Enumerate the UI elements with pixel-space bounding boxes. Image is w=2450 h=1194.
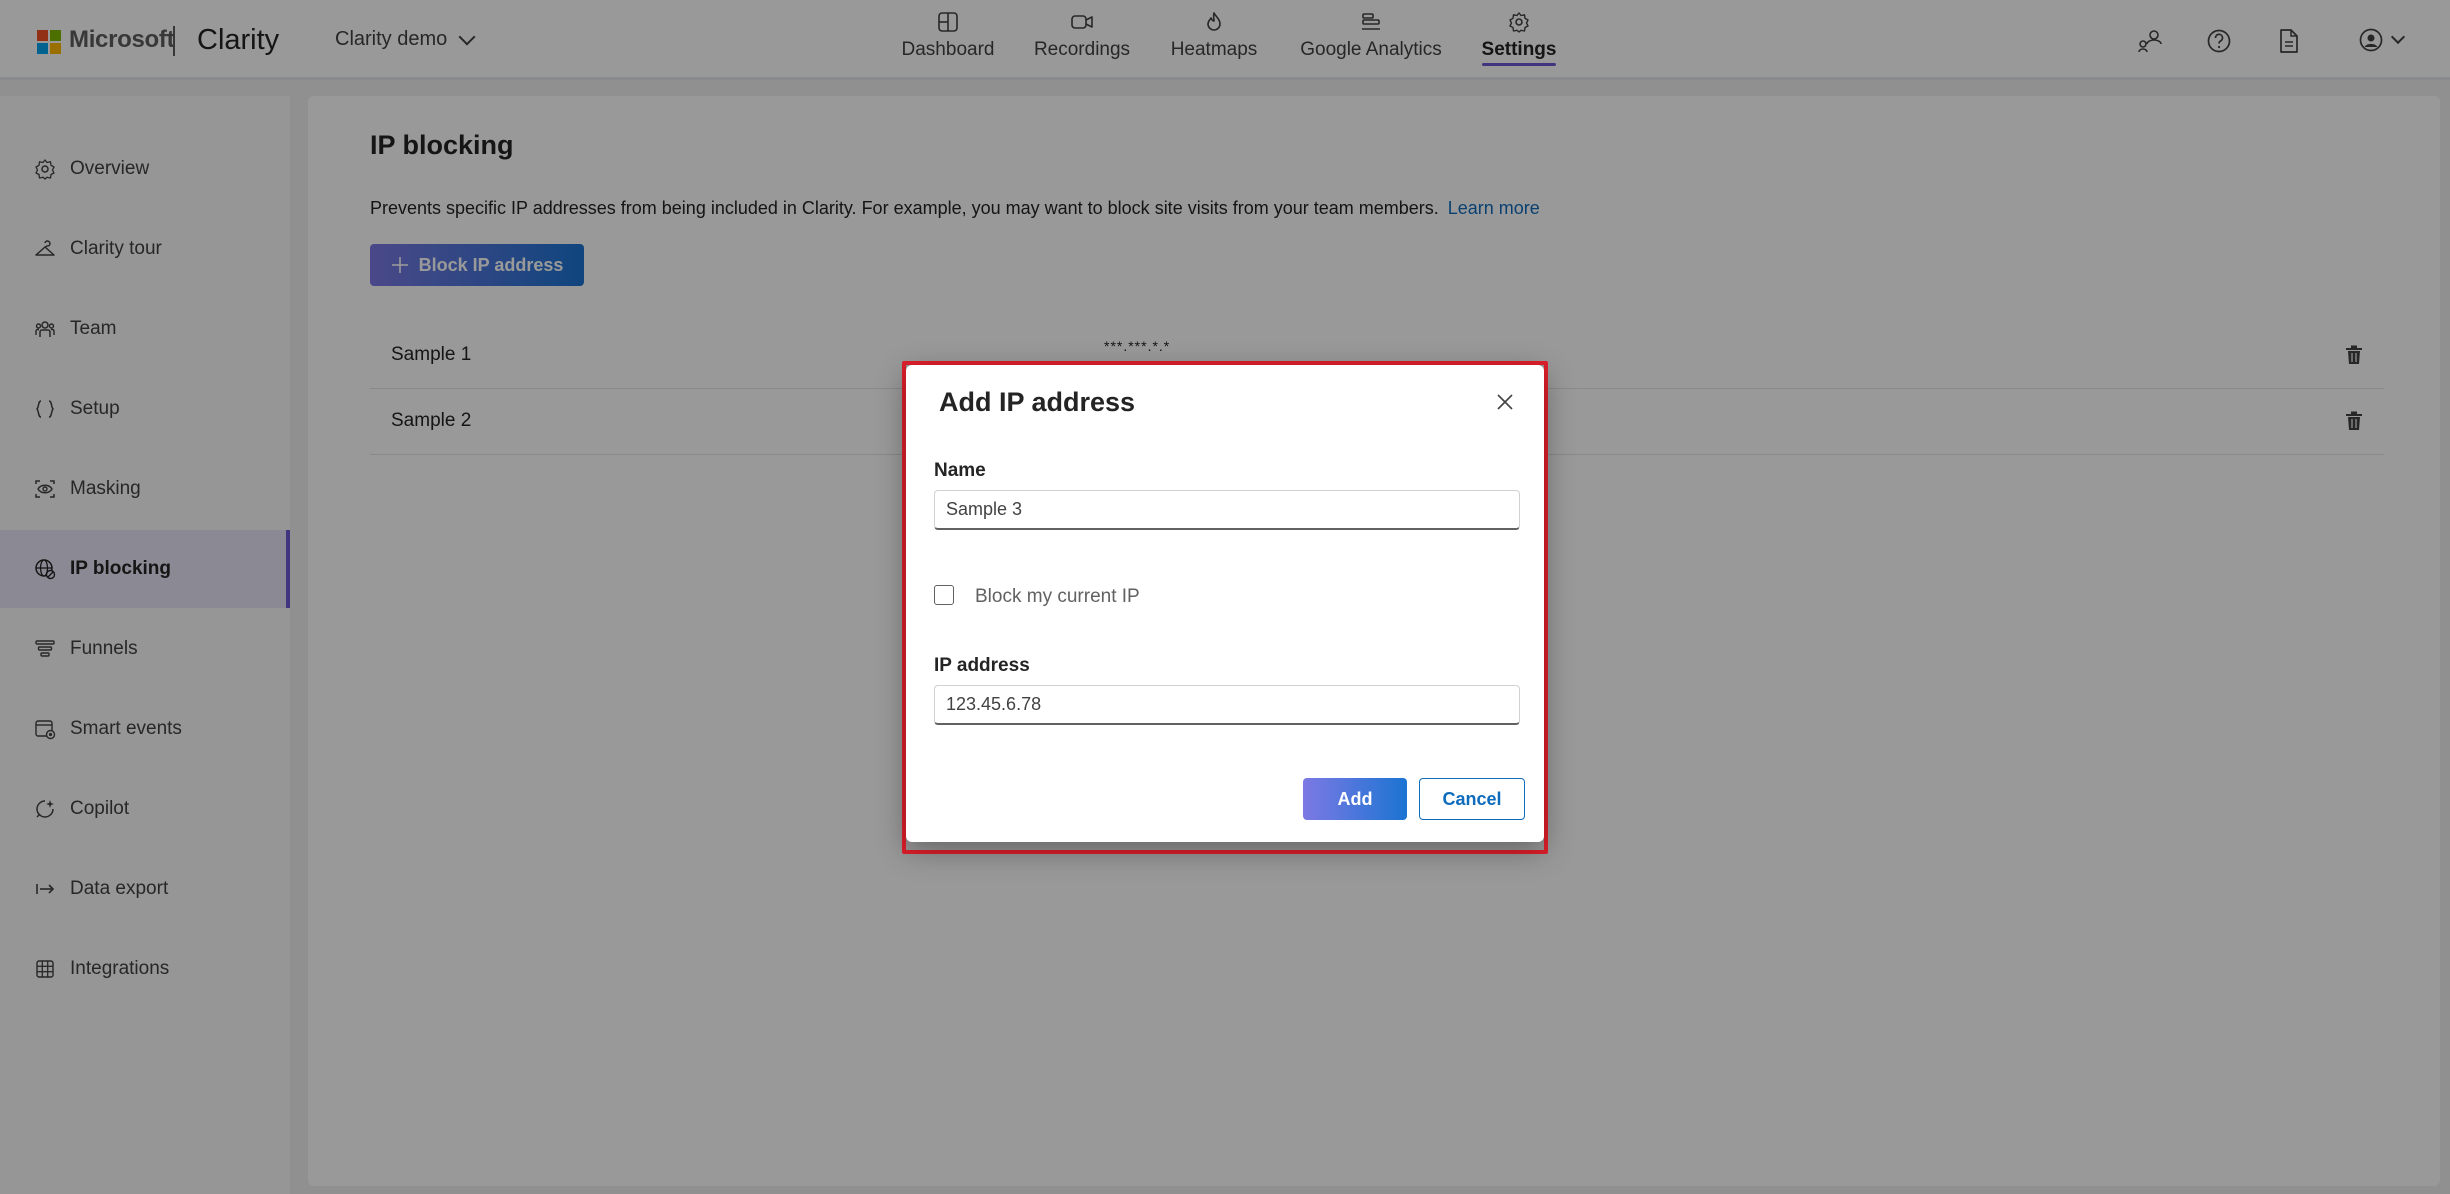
dialog-title: Add IP address xyxy=(939,387,1136,417)
add-ip-address-dialog: Add IP address Name Block my current IP … xyxy=(906,365,1544,842)
close-icon[interactable] xyxy=(1496,393,1514,411)
name-field-label: Name xyxy=(934,460,986,481)
add-button[interactable]: Add xyxy=(1303,778,1407,820)
block-current-ip-label[interactable]: Block my current IP xyxy=(975,586,1140,608)
ip-address-field-label: IP address xyxy=(934,655,1030,676)
name-field[interactable] xyxy=(934,490,1520,530)
cancel-button[interactable]: Cancel xyxy=(1419,778,1525,820)
ip-address-field[interactable] xyxy=(934,685,1520,725)
block-current-ip-checkbox[interactable] xyxy=(934,585,954,605)
